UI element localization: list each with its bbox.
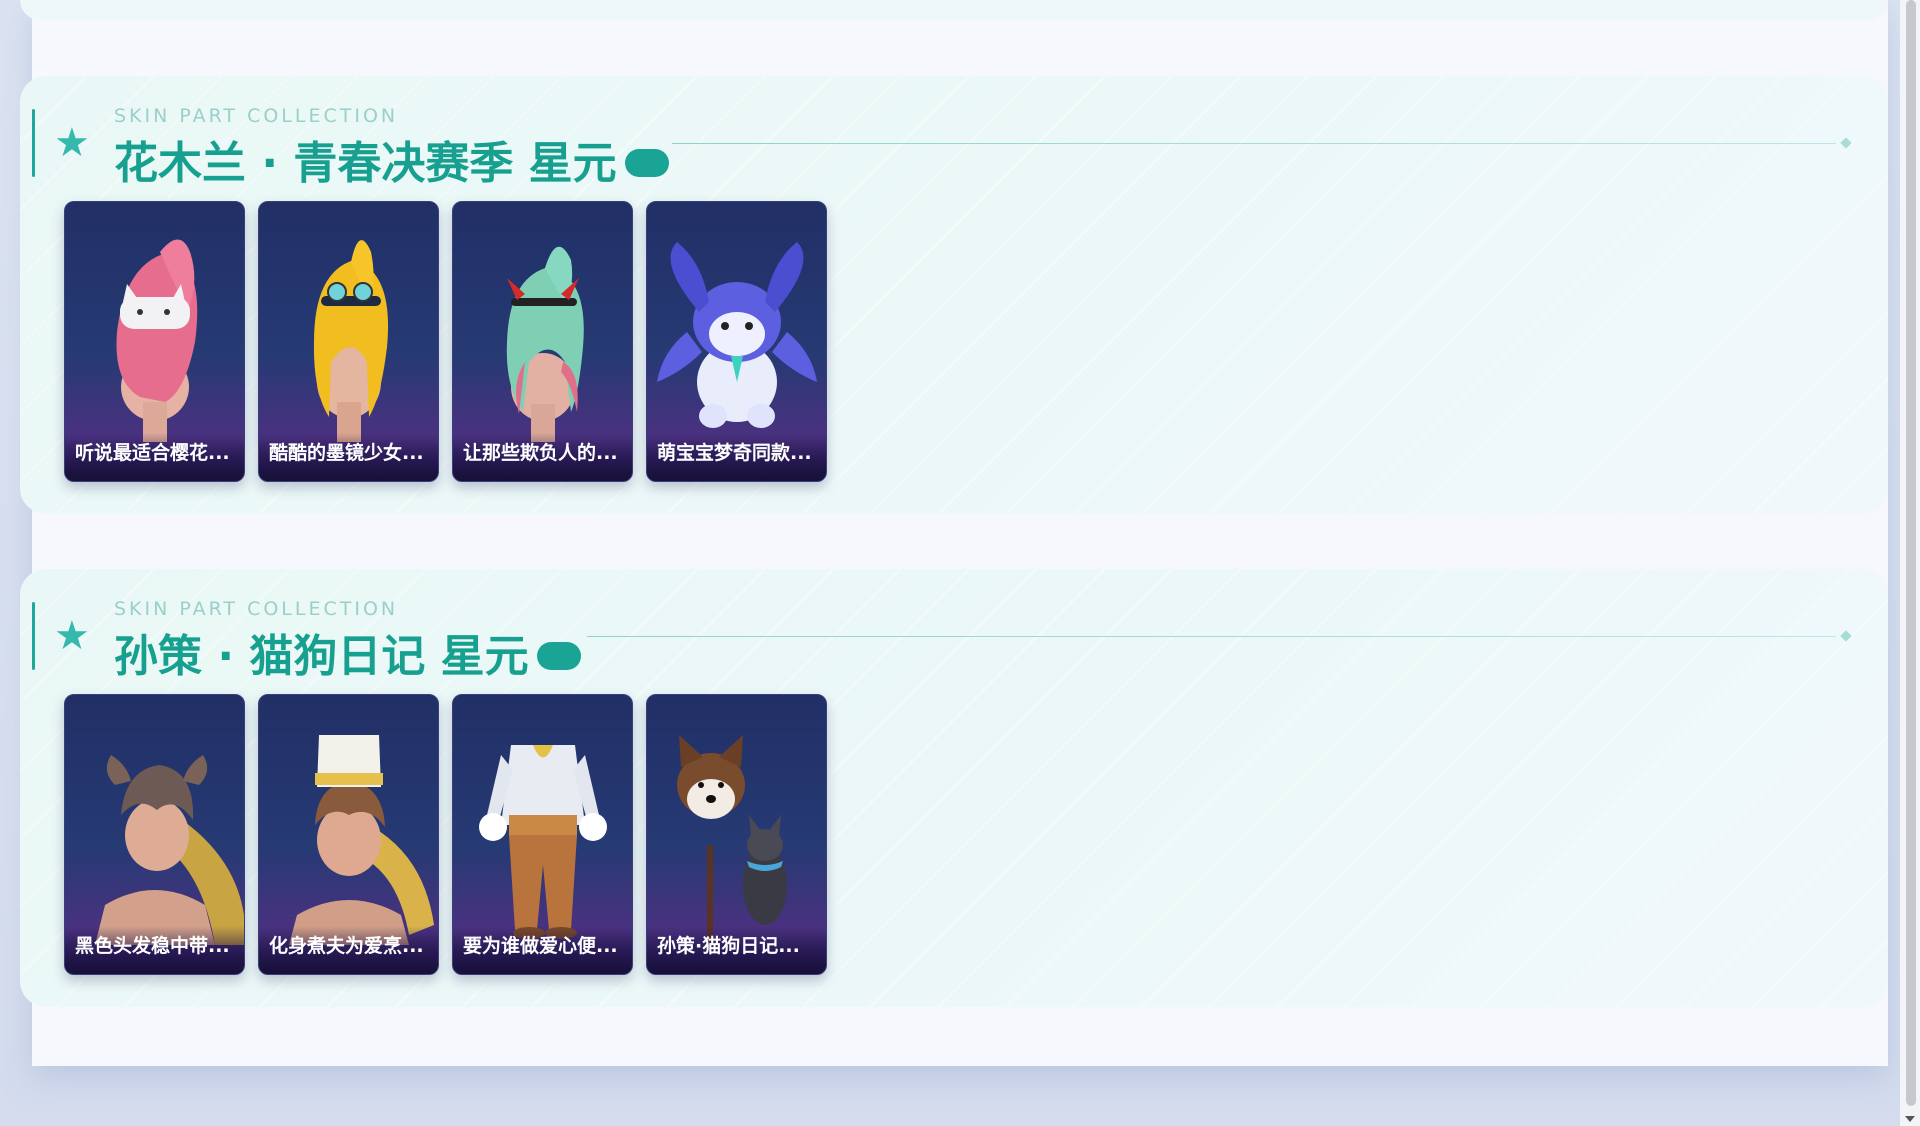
- chef-hat-hero-icon: [289, 735, 434, 945]
- chef-outfit-body-icon: [479, 745, 607, 939]
- section-header: ★ SKIN PART COLLECTION 花木兰 · 青春决赛季 星元: [32, 105, 1872, 189]
- header-divider: [587, 636, 1836, 637]
- pink-hair-cat-hat-icon: [116, 239, 198, 442]
- diamond-icon: [1840, 137, 1852, 149]
- skin-part-card[interactable]: 让那些欺负人的...: [452, 201, 633, 482]
- section-title-text: 花木兰 · 青春决赛季 星元: [114, 138, 617, 189]
- card-label: 孙策·猫狗日记...: [647, 926, 826, 974]
- shiba-dog-cat-icon: [677, 735, 787, 945]
- star-icon: ★: [54, 613, 90, 659]
- accent-bar: [32, 602, 35, 670]
- skin-part-card[interactable]: 酷酷的墨镜少女...: [258, 201, 439, 482]
- card-label: 化身煮夫为爱烹...: [259, 926, 438, 974]
- skin-part-card[interactable]: 孙策·猫狗日记...: [646, 694, 827, 975]
- card-label: 要为谁做爱心便...: [453, 926, 632, 974]
- diamond-icon: [1840, 630, 1852, 642]
- currency-pill-icon: [536, 642, 581, 670]
- skin-collection-section: ★ SKIN PART COLLECTION 孙策 · 猫狗日记 星元 黑色头发…: [20, 569, 1888, 1007]
- dark-hair-dog-ears-icon: [95, 755, 244, 945]
- accent-bar: [32, 109, 35, 177]
- scrollbar-thumb[interactable]: [1906, 0, 1916, 1106]
- section-eyebrow: SKIN PART COLLECTION: [114, 105, 399, 127]
- currency-pill-icon: [624, 149, 669, 177]
- skin-part-card[interactable]: 听说最适合樱花...: [64, 201, 245, 482]
- section-title: 孙策 · 猫狗日记 星元: [114, 620, 581, 684]
- skin-part-card[interactable]: 黑色头发稳中带...: [64, 694, 245, 975]
- skin-part-card[interactable]: 要为谁做爱心便...: [452, 694, 633, 975]
- mint-hair-devil-horns-icon: [506, 246, 584, 442]
- blonde-hair-sunglasses-icon: [313, 240, 389, 442]
- skin-part-card[interactable]: 萌宝宝梦奇同款...: [646, 201, 827, 482]
- section-eyebrow: SKIN PART COLLECTION: [114, 598, 399, 620]
- card-label: 酷酷的墨镜少女...: [259, 433, 438, 481]
- card-label: 让那些欺负人的...: [453, 433, 632, 481]
- card-label: 黑色头发稳中带...: [65, 926, 244, 974]
- skin-collection-section: ★ SKIN PART COLLECTION 花木兰 · 青春决赛季 星元 听说…: [20, 76, 1888, 514]
- card-label: 萌宝宝梦奇同款...: [647, 433, 826, 481]
- scroll-down-arrow-icon[interactable]: [1905, 1116, 1915, 1122]
- section-title: 花木兰 · 青春决赛季 星元: [114, 127, 669, 191]
- scrollbar[interactable]: [1900, 0, 1920, 1126]
- skin-part-card[interactable]: 化身煮夫为爱烹...: [258, 694, 439, 975]
- blue-plush-mascot-icon: [657, 242, 817, 428]
- previous-section-edge: [20, 0, 1888, 20]
- section-title-text: 孙策 · 猫狗日记 星元: [114, 631, 529, 682]
- star-icon: ★: [54, 120, 90, 166]
- header-divider: [672, 143, 1836, 144]
- card-label: 听说最适合樱花...: [65, 433, 244, 481]
- section-header: ★ SKIN PART COLLECTION 孙策 · 猫狗日记 星元: [32, 598, 1872, 682]
